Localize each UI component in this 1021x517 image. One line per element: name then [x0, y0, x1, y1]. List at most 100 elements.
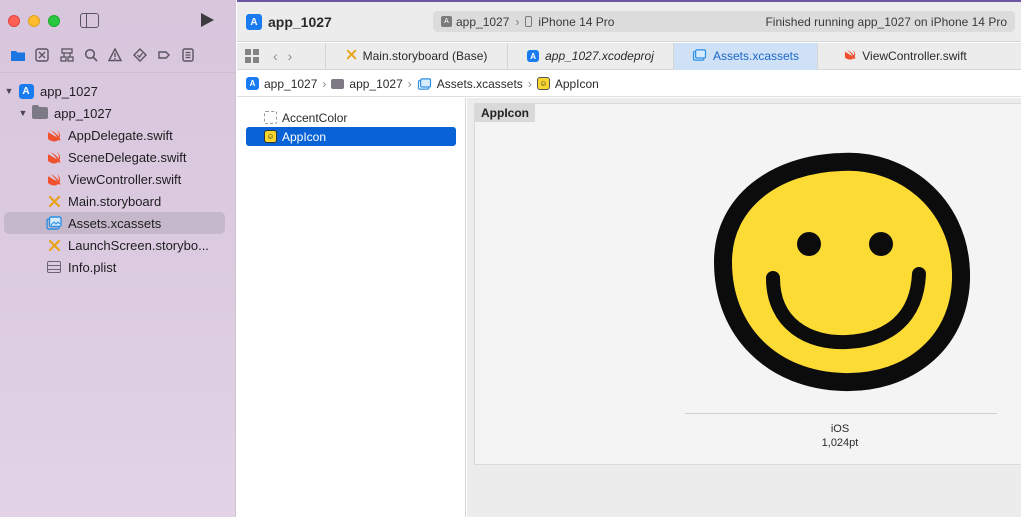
tab-label: Main.storyboard (Base): [362, 49, 488, 63]
breadcrumb-appicon[interactable]: ☺ AppIcon: [536, 76, 599, 91]
back-arrow-icon[interactable]: ‹: [273, 48, 288, 64]
folder-icon: [331, 78, 345, 89]
tree-row-label: ViewController.swift: [68, 171, 182, 187]
asset-catalog-icon: [417, 77, 431, 90]
chevron-right-icon: ›: [527, 76, 532, 91]
project-navigator-tree: ▼ A app_1027 ▼ app_1027 AppDelegate.swif…: [0, 80, 236, 278]
breadcrumb-label: app_1027: [349, 76, 403, 91]
zoom-window-button[interactable]: [48, 15, 60, 27]
find-navigator-icon[interactable]: [79, 46, 103, 64]
tree-row-label: AppDelegate.swift: [68, 127, 173, 143]
editor-tab-bar: ‹› Main.storyboard (Base) A app_1027.xco…: [237, 42, 1021, 70]
app-icon-preview[interactable]: [711, 132, 971, 392]
asset-item-appicon[interactable]: ☺ AppIcon: [246, 127, 456, 146]
smiley-face-image: [714, 152, 971, 392]
window-top-accent: [237, 0, 1021, 2]
scheme-target[interactable]: A app_1027: [441, 15, 509, 29]
tree-row-label: Assets.xcassets: [68, 215, 162, 231]
activity-status: Finished running app_1027 on iPhone 14 P…: [765, 15, 1007, 29]
tab-label: app_1027.xcodeproj: [545, 49, 654, 63]
history-nav-arrows[interactable]: ‹›: [273, 48, 325, 64]
tree-row-label: app_1027: [40, 83, 98, 99]
scheme-target-label: app_1027: [456, 14, 510, 29]
asset-editor: AppIcon iOS 1,024pt: [467, 98, 1021, 517]
tree-row-label: app_1027: [54, 105, 112, 121]
storyboard-file-icon: [46, 193, 62, 209]
tab-main-storyboard[interactable]: Main.storyboard (Base): [325, 42, 507, 70]
tree-row-label: LaunchScreen.storybo...: [68, 237, 209, 253]
asset-item-accentcolor[interactable]: AccentColor: [246, 108, 456, 127]
sidebar-toggle-icon[interactable]: [80, 13, 99, 28]
window-controls: [8, 15, 60, 27]
tree-row-label: SceneDelegate.swift: [68, 149, 187, 165]
asset-item-label: AppIcon: [282, 129, 327, 144]
panel-title: AppIcon: [475, 104, 535, 122]
source-control-navigator-icon[interactable]: [30, 46, 54, 64]
xcode-project-icon: A: [246, 77, 259, 90]
issue-navigator-icon[interactable]: [103, 46, 127, 64]
window-toolbar: A app_1027 A app_1027 › iPhone 14 Pro Fi…: [237, 0, 1021, 42]
debug-navigator-icon[interactable]: [152, 46, 176, 64]
scheme-selector[interactable]: A app_1027 › iPhone 14 Pro Finished runn…: [433, 11, 1015, 32]
breadcrumb-project[interactable]: A app_1027: [246, 77, 317, 91]
run-button[interactable]: [201, 13, 214, 27]
tab-viewcontroller[interactable]: ViewController.swift: [817, 42, 993, 70]
forward-arrow-icon[interactable]: ›: [288, 48, 303, 64]
tree-row-label: Info.plist: [68, 259, 117, 275]
scheme-app-icon: A: [441, 16, 452, 27]
close-window-button[interactable]: [8, 15, 20, 27]
appicon-panel: AppIcon iOS 1,024pt: [474, 103, 1021, 465]
minimize-window-button[interactable]: [28, 15, 40, 27]
tree-row-file[interactable]: Main.storyboard: [0, 190, 236, 212]
report-navigator-icon[interactable]: [176, 46, 200, 64]
xcode-project-icon: A: [18, 83, 34, 99]
tree-row-file-selected[interactable]: Assets.xcassets: [4, 212, 225, 234]
disclosure-open-icon[interactable]: ▼: [18, 108, 28, 118]
breadcrumb-label: app_1027: [264, 76, 318, 91]
tree-row-file[interactable]: Info.plist: [0, 256, 236, 278]
symbol-navigator-icon[interactable]: [55, 46, 79, 64]
project-navigator-icon[interactable]: [6, 46, 30, 64]
color-set-icon: [264, 111, 277, 124]
test-navigator-icon[interactable]: [127, 46, 151, 64]
slot-platform: iOS: [830, 423, 850, 435]
assets-icon: [692, 48, 707, 64]
breadcrumb-label: Assets.xcassets: [436, 76, 523, 91]
tab-label: ViewController.swift: [862, 49, 967, 63]
project-icon: A: [246, 14, 262, 30]
tab-xcodeproj[interactable]: A app_1027.xcodeproj: [507, 42, 673, 70]
breadcrumb-label: AppIcon: [554, 76, 599, 91]
tree-row-file[interactable]: LaunchScreen.storybo...: [0, 234, 236, 256]
navigator-divider: [0, 72, 236, 73]
tab-assets[interactable]: Assets.xcassets: [673, 42, 817, 70]
slot-size: 1,024pt: [821, 437, 859, 449]
asset-item-label: AccentColor: [282, 110, 348, 125]
navigator-selector-bar: [6, 46, 200, 64]
run-destination-label[interactable]: iPhone 14 Pro: [538, 15, 614, 29]
tree-row-file[interactable]: AppDelegate.swift: [0, 124, 236, 146]
swift-file-icon: [46, 149, 62, 165]
related-items-grid-icon[interactable]: [245, 49, 259, 63]
tree-row-project[interactable]: ▼ A app_1027: [0, 80, 236, 102]
iphone-icon: [525, 16, 533, 27]
breadcrumb-assets[interactable]: Assets.xcassets: [417, 77, 523, 91]
app-icon-set-icon: ☺: [264, 130, 277, 143]
tree-row-file[interactable]: ViewController.swift: [0, 168, 236, 190]
breadcrumb-group[interactable]: app_1027: [331, 76, 403, 91]
chevron-right-icon: ›: [515, 14, 520, 29]
swift-file-icon: [46, 171, 62, 187]
plist-file-icon: [46, 259, 62, 275]
app-icon-set-icon: ☺: [536, 77, 550, 90]
swift-icon: [844, 49, 856, 63]
navigator-sidebar: ▼ A app_1027 ▼ app_1027 AppDelegate.swif…: [0, 0, 236, 517]
swift-file-icon: [46, 127, 62, 143]
chevron-right-icon: ›: [407, 76, 412, 91]
chevron-right-icon: ›: [322, 76, 327, 91]
slot-divider: [685, 413, 997, 414]
tree-row-file[interactable]: SceneDelegate.swift: [0, 146, 236, 168]
folder-icon: [32, 105, 48, 119]
tree-row-group[interactable]: ▼ app_1027: [0, 102, 236, 124]
storyboard-icon: [346, 49, 357, 63]
disclosure-open-icon[interactable]: ▼: [4, 86, 14, 96]
jump-bar: A app_1027 › app_1027 › Assets.xcassets …: [237, 71, 1021, 97]
